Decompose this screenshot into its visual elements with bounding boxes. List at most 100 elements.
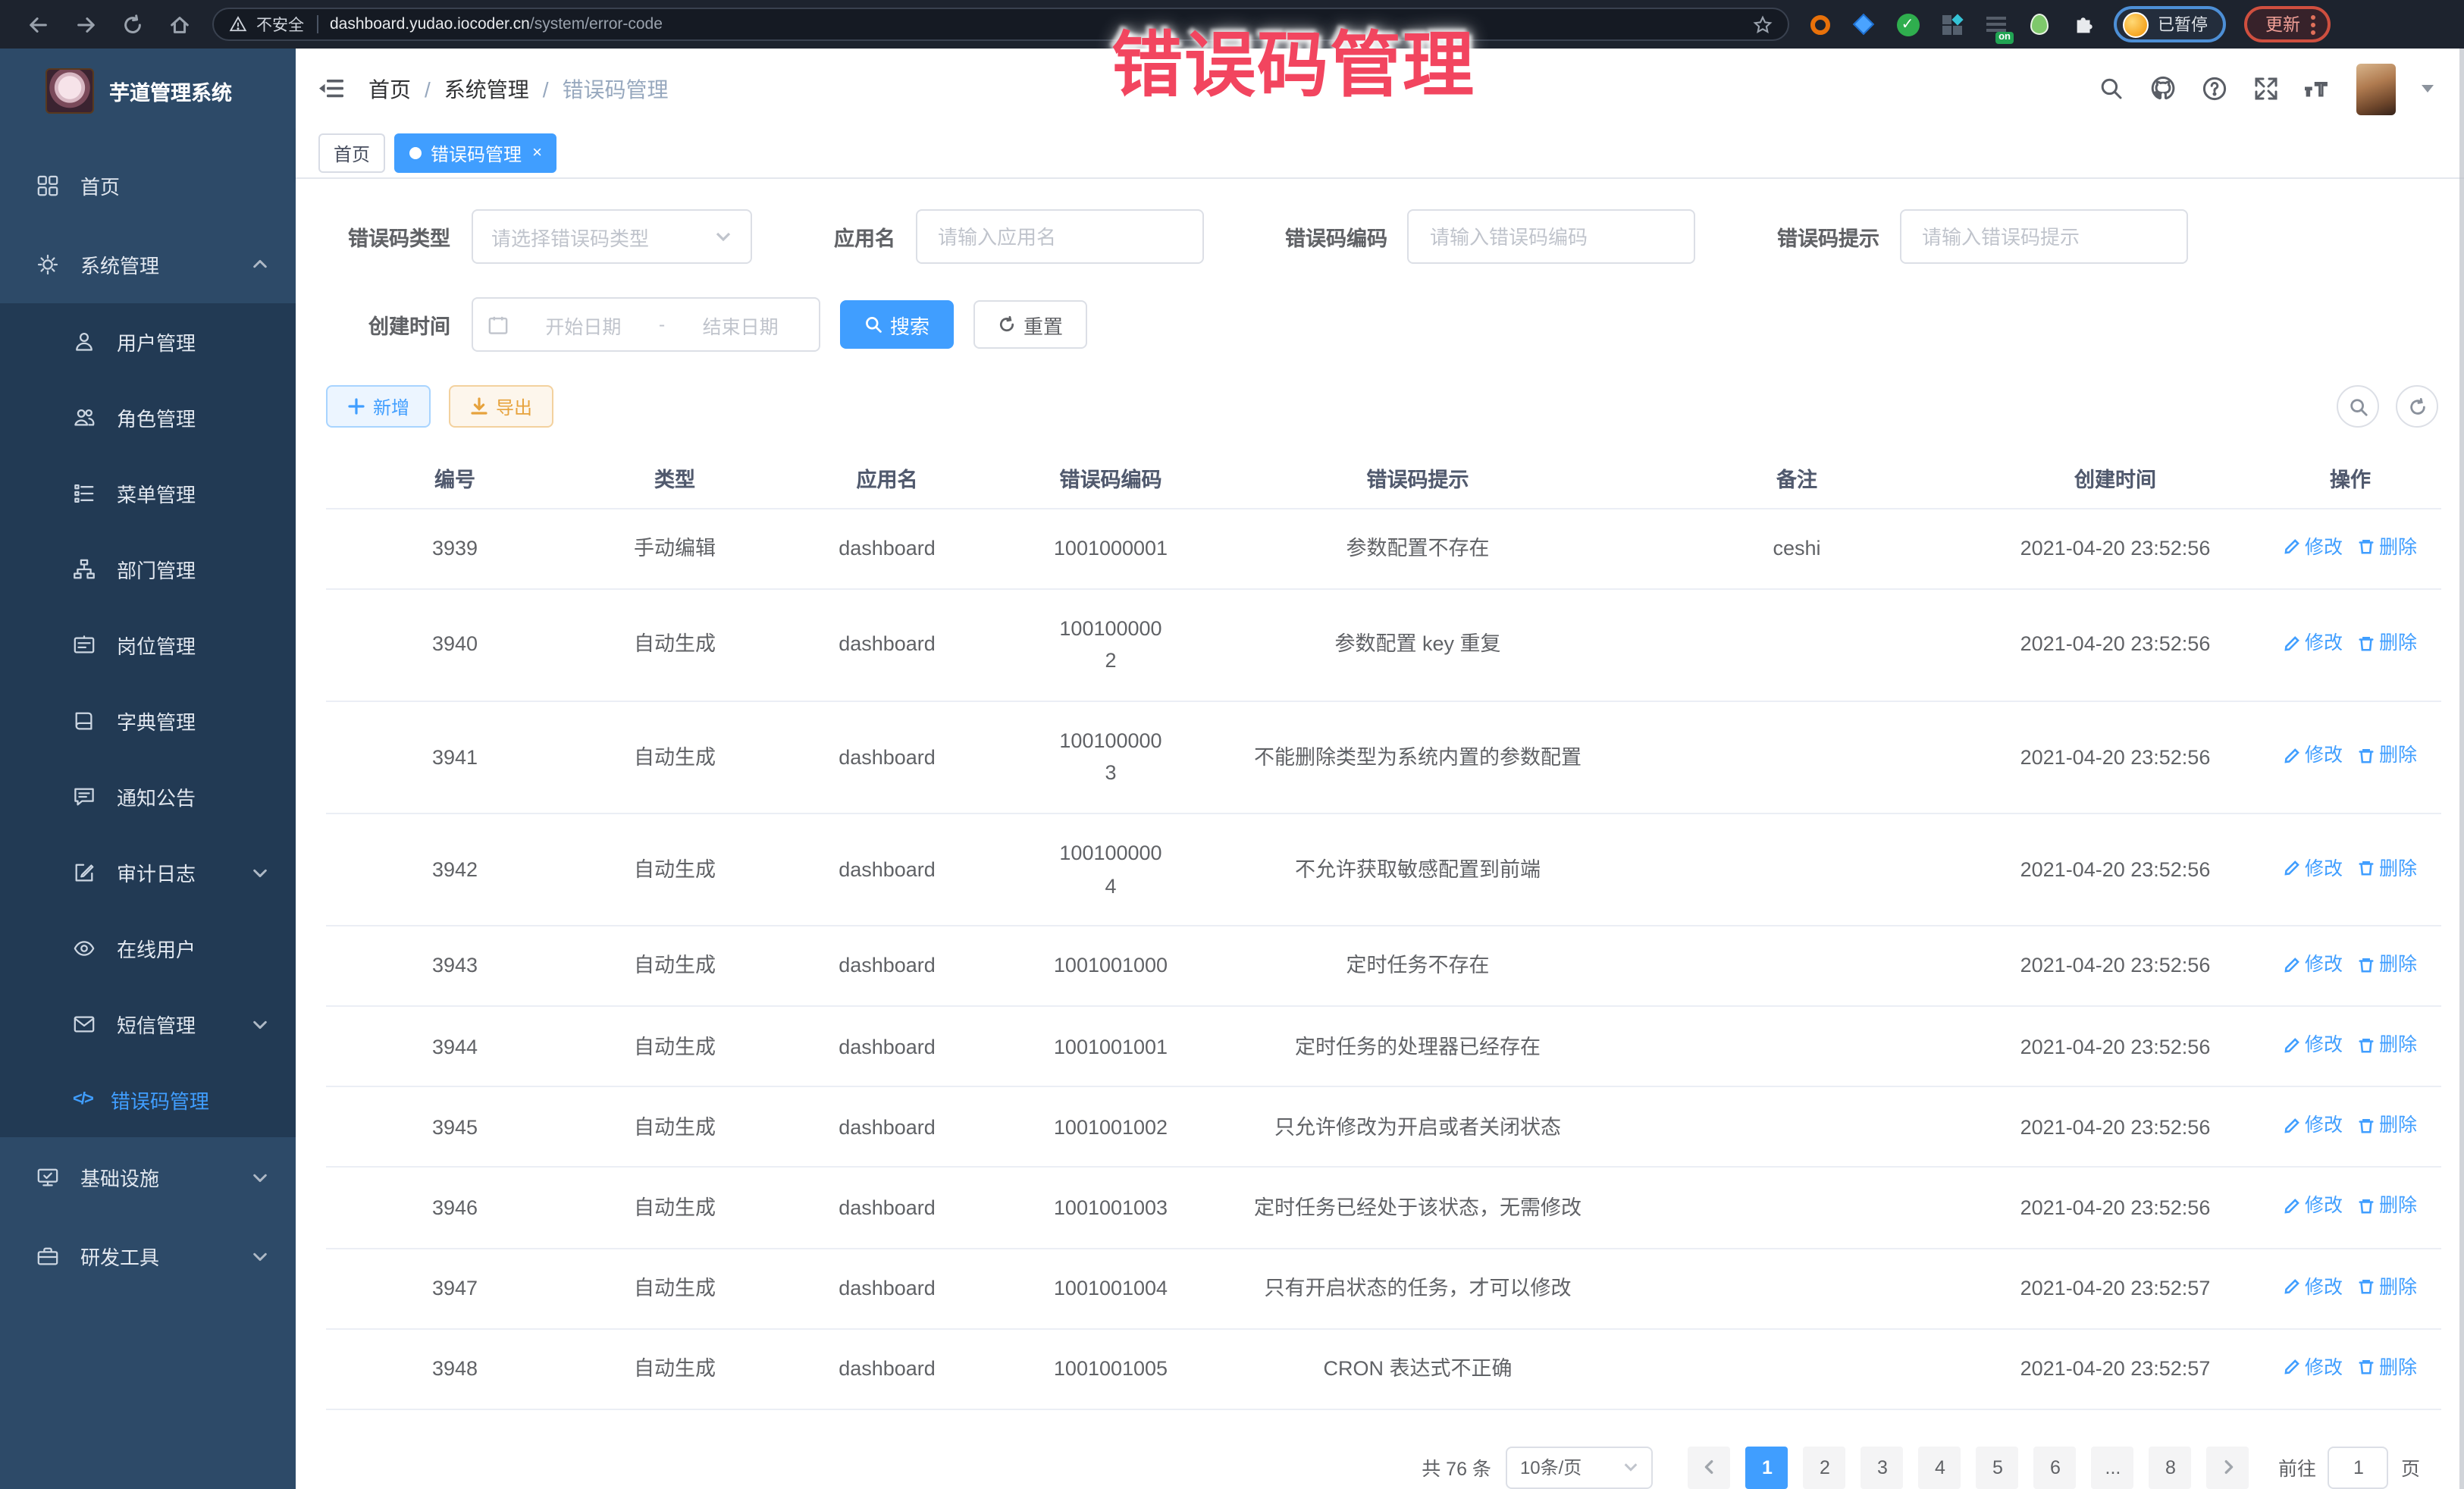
tag-error-codes[interactable]: 错误码管理 × — [394, 133, 557, 173]
app-logo-row[interactable]: 芋道管理系统 — [0, 49, 296, 133]
delete-link[interactable]: 删除 — [2358, 628, 2417, 658]
edit-link[interactable]: 修改 — [2284, 628, 2343, 658]
sidebar-item-posts[interactable]: 岗位管理 — [0, 607, 296, 682]
edit-icon — [2284, 635, 2300, 651]
search-icon[interactable] — [2099, 76, 2124, 102]
cell-app: dashboard — [766, 926, 1008, 1006]
export-button[interactable]: 导出 — [449, 385, 553, 428]
pager-page-5[interactable]: 5 — [1977, 1446, 2019, 1488]
next-page-button[interactable] — [2207, 1446, 2249, 1488]
breadcrumb-system[interactable]: 系统管理 — [444, 74, 529, 104]
date-end-placeholder[interactable]: 结束日期 — [677, 310, 804, 339]
delete-link[interactable]: 删除 — [2358, 741, 2417, 771]
user-avatar[interactable] — [2356, 63, 2396, 114]
help-icon[interactable] — [2202, 76, 2227, 102]
date-range-picker[interactable]: 开始日期 - 结束日期 — [472, 297, 820, 352]
browser-menu-icon[interactable] — [2311, 14, 2315, 34]
sidebar-item-users[interactable]: 用户管理 — [0, 303, 296, 379]
delete-link[interactable]: 删除 — [2358, 1271, 2417, 1302]
error-hint-input[interactable] — [1899, 209, 2187, 264]
tag-home[interactable]: 首页 — [318, 133, 385, 173]
error-type-select[interactable]: 请选择错误码类型 — [472, 209, 752, 264]
security-warning-icon[interactable] — [229, 15, 247, 33]
hide-search-button[interactable] — [2337, 385, 2379, 428]
sidebar-item-sms[interactable]: 短信管理 — [0, 986, 296, 1061]
date-start-placeholder[interactable]: 开始日期 — [520, 310, 647, 339]
pager-page-2[interactable]: 2 — [1804, 1446, 1846, 1488]
sidebar-item-departments[interactable]: 部门管理 — [0, 531, 296, 607]
error-code-field[interactable] — [1427, 224, 1676, 249]
delete-link[interactable]: 删除 — [2358, 1030, 2417, 1061]
bookmark-star-icon[interactable] — [1753, 14, 1773, 34]
delete-link[interactable]: 删除 — [2358, 1352, 2417, 1382]
pager-page-3[interactable]: 3 — [1861, 1446, 1904, 1488]
edit-link[interactable]: 修改 — [2284, 1111, 2343, 1141]
edit-link[interactable]: 修改 — [2284, 531, 2343, 562]
sidebar-item-menus[interactable]: 菜单管理 — [0, 455, 296, 531]
extensions-puzzle-icon[interactable] — [2071, 12, 2096, 36]
reload-icon[interactable] — [121, 13, 144, 36]
refresh-table-button[interactable] — [2396, 385, 2438, 428]
url-bar[interactable]: 不安全 dashboard.yudao.iocoder.cn/system/er… — [212, 8, 1789, 41]
sidebar-item-home[interactable]: 首页 — [0, 146, 296, 224]
delete-link[interactable]: 删除 — [2358, 853, 2417, 883]
delete-link[interactable]: 删除 — [2358, 1191, 2417, 1221]
sidebar-item-infrastructure[interactable]: 基础设施 — [0, 1137, 296, 1216]
pager-page-4[interactable]: 4 — [1919, 1446, 1961, 1488]
close-icon[interactable]: × — [532, 145, 542, 161]
browser-update-button[interactable]: 更新 — [2244, 6, 2331, 42]
reset-button[interactable]: 重置 — [973, 300, 1087, 349]
back-icon[interactable] — [27, 13, 50, 36]
add-button[interactable]: 新增 — [326, 385, 431, 428]
extension-leaf-icon[interactable] — [2027, 12, 2052, 36]
pager-page-8[interactable]: 8 — [2149, 1446, 2192, 1488]
cell-remark — [1622, 1007, 1971, 1087]
delete-link[interactable]: 删除 — [2358, 1111, 2417, 1141]
breadcrumb-home[interactable]: 首页 — [368, 74, 411, 104]
edit-link[interactable]: 修改 — [2284, 1271, 2343, 1302]
pager-page-6[interactable]: 6 — [2034, 1446, 2077, 1488]
extension-list-on-icon[interactable]: on — [1983, 12, 2008, 36]
home-icon[interactable] — [168, 13, 191, 36]
extension-ring-icon[interactable] — [1807, 12, 1832, 36]
sidebar-item-notices[interactable]: 通知公告 — [0, 758, 296, 834]
edit-link[interactable]: 修改 — [2284, 1352, 2343, 1382]
sidebar-item-audit-logs[interactable]: 审计日志 — [0, 834, 296, 910]
extension-check-icon[interactable]: ✓ — [1895, 12, 1920, 36]
pager-ellipsis[interactable]: ... — [2092, 1446, 2134, 1488]
fullscreen-icon[interactable] — [2253, 76, 2279, 102]
goto-page-input[interactable]: 1 — [2328, 1446, 2389, 1488]
error-hint-field[interactable] — [1919, 224, 2168, 249]
edit-link[interactable]: 修改 — [2284, 853, 2343, 883]
prev-page-button[interactable] — [1688, 1446, 1731, 1488]
sidebar-item-error-codes[interactable]: </> 错误码管理 — [0, 1061, 296, 1137]
pager-pages: 123456... 8 — [1738, 1446, 2199, 1488]
caret-down-icon[interactable] — [2422, 85, 2434, 92]
window-scrollbar[interactable] — [2459, 49, 2464, 1489]
app-name-input[interactable] — [915, 209, 1203, 264]
goto-label: 前往 — [2278, 1453, 2316, 1481]
forward-icon[interactable] — [74, 13, 97, 36]
sidebar-item-online-users[interactable]: 在线用户 — [0, 910, 296, 986]
font-size-icon[interactable]: тT — [2305, 76, 2331, 102]
delete-link[interactable]: 删除 — [2358, 949, 2417, 980]
search-button[interactable]: 搜索 — [840, 300, 954, 349]
edit-link[interactable]: 修改 — [2284, 949, 2343, 980]
sidebar-toggle-icon[interactable] — [318, 76, 344, 102]
edit-link[interactable]: 修改 — [2284, 741, 2343, 771]
extension-grid-icon[interactable] — [1939, 12, 1964, 36]
sidebar-item-roles[interactable]: 角色管理 — [0, 379, 296, 455]
error-code-input[interactable] — [1407, 209, 1695, 264]
edit-link[interactable]: 修改 — [2284, 1191, 2343, 1221]
delete-link[interactable]: 删除 — [2358, 531, 2417, 562]
extension-gem-icon[interactable] — [1851, 12, 1876, 36]
github-icon[interactable] — [2150, 76, 2176, 102]
app-name-field[interactable] — [935, 224, 1183, 249]
page-size-select[interactable]: 10条/页 — [1506, 1446, 1654, 1488]
edit-link[interactable]: 修改 — [2284, 1030, 2343, 1061]
profile-chip[interactable]: 已暂停 — [2114, 6, 2226, 42]
pager-page-1[interactable]: 1 — [1746, 1446, 1788, 1488]
sidebar-item-system[interactable]: 系统管理 — [0, 224, 296, 303]
sidebar-item-dev-tools[interactable]: 研发工具 — [0, 1216, 296, 1295]
sidebar-item-dicts[interactable]: 字典管理 — [0, 682, 296, 758]
